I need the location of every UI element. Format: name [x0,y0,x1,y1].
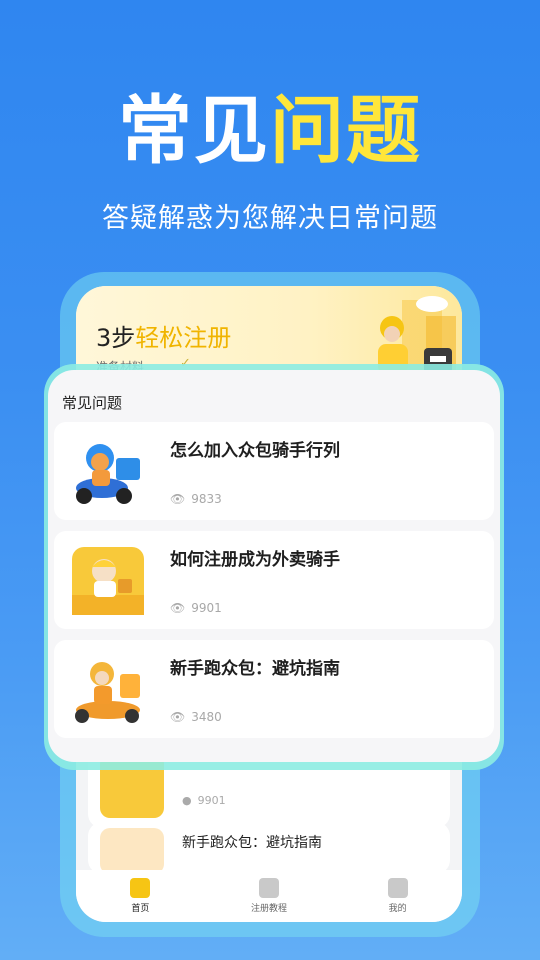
banner-title-accent: 轻松注册 [135,324,232,352]
list-item-title: 新手跑众包：避坑指南 [182,835,322,851]
tab-register-guide[interactable]: 注册教程 [224,878,314,914]
view-count: 👁 9833 [170,492,222,506]
home-icon [130,878,151,898]
list-item[interactable]: 新手跑众包：避坑指南 [88,822,450,874]
eye-icon: 👁 [170,710,186,724]
faq-heading: 常见问题 [62,394,123,412]
faq-item[interactable]: 怎么加入众包骑手行列 👁 9833 [54,422,494,520]
promo-subheadline: 答疑解惑为您解决日常问题 [102,203,438,234]
faq-panel: 常见问题 怎么加入众包骑手行列 👁9833 如何注册成为外卖骑手 👁9901 [48,370,500,762]
tab-label: 我的 [388,904,407,914]
rider-scooter-icon [76,444,140,504]
bottom-tab-bar: 首页 注册教程 我的 [76,870,462,922]
eye-icon: 👁 [170,492,186,506]
user-icon [387,878,408,898]
headline-part1: 常见 [118,88,270,174]
headline-part2: 问题 [270,88,422,174]
tab-home[interactable]: 首页 [95,878,185,914]
tab-label: 首页 [131,904,150,914]
eye-icon: ● [182,794,192,807]
clipboard-icon [258,878,279,898]
faq-item-title: 怎么加入众包骑手行列 [170,441,340,461]
banner-title: 3步轻松注册 [96,318,231,353]
tab-label: 注册教程 [250,904,287,914]
faq-item[interactable]: 如何注册成为外卖骑手 👁 9901 [54,531,494,629]
view-count: 👁 9901 [170,601,222,615]
view-count: 👁 3480 [170,710,222,724]
courier-app-icon [72,547,144,615]
faq-item-title: 如何注册成为外卖骑手 [170,550,340,570]
banner-step: 3步 [96,324,136,352]
tab-profile[interactable]: 我的 [353,878,443,914]
promo-headline: 常见问题 [0,86,540,176]
delivery-rider-icon [100,828,164,874]
faq-item[interactable]: 新手跑众包：避坑指南 👁 3480 [54,640,494,738]
faq-item-title: 新手跑众包：避坑指南 [170,659,340,679]
delivery-rider-icon [75,660,140,723]
eye-icon: 👁 [170,601,186,615]
view-count: ● 9901 [182,794,226,807]
